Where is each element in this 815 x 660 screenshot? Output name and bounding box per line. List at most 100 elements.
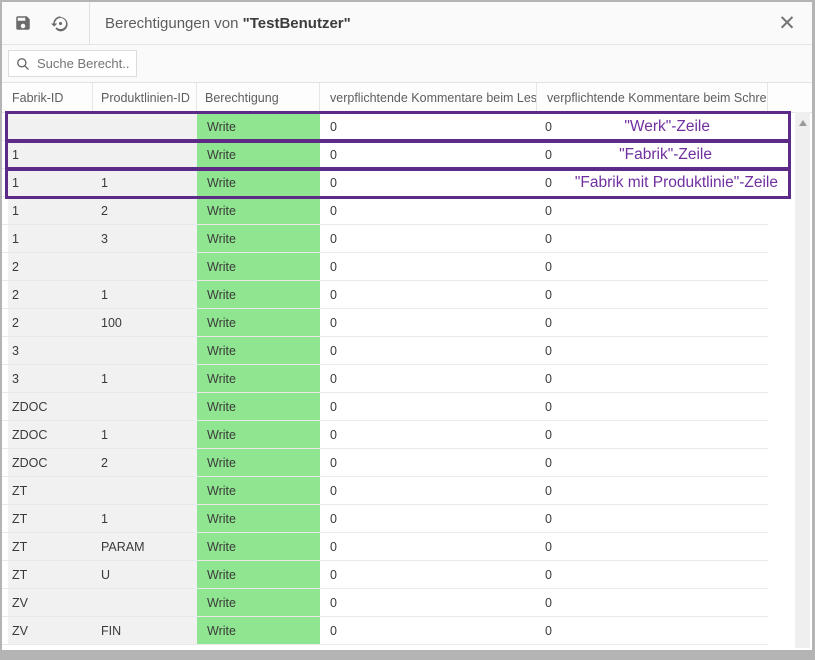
window-title: Berechtigungen von "TestBenutzer": [105, 15, 351, 32]
cell-produktlinien-id: 100: [93, 309, 197, 336]
cell-fabrik-id: 2: [8, 253, 93, 280]
permission-badge[interactable]: Write: [197, 281, 320, 308]
search-input[interactable]: [37, 56, 129, 71]
permission-badge[interactable]: Write: [197, 561, 320, 588]
cell-kommentare-schreiben: 0: [537, 393, 768, 420]
column-header-kommentare-schreiben[interactable]: verpflichtende Kommentare beim Schreiben: [537, 83, 768, 112]
cell-kommentare-schreiben: 0: [537, 589, 768, 616]
cell-kommentare-schreiben: 0: [537, 141, 768, 168]
permission-badge[interactable]: Write: [197, 253, 320, 280]
cell-produktlinien-id: U: [93, 561, 197, 588]
save-icon: [14, 14, 32, 32]
column-header-produktlinien-id[interactable]: Produktlinien-ID: [93, 83, 197, 112]
cell-kommentare-lesen: 0: [320, 589, 537, 616]
permission-badge[interactable]: Write: [197, 141, 320, 168]
column-header-berechtigung[interactable]: Berechtigung: [197, 83, 320, 112]
cell-fabrik-id: ZT: [8, 505, 93, 532]
table-row[interactable]: ZV Write 0 0: [2, 589, 768, 617]
table-row[interactable]: 1 1 Write 0 0: [2, 169, 768, 197]
cell-kommentare-lesen: 0: [320, 393, 537, 420]
table-row[interactable]: ZT Write 0 0: [2, 477, 768, 505]
cell-produktlinien-id: 1: [93, 281, 197, 308]
cell-kommentare-schreiben: 0: [537, 533, 768, 560]
cell-kommentare-lesen: 0: [320, 197, 537, 224]
close-button[interactable]: ✕: [770, 6, 804, 40]
search-bar: [2, 45, 812, 82]
permission-badge[interactable]: Write: [197, 421, 320, 448]
permission-badge[interactable]: Write: [197, 113, 320, 140]
table-row[interactable]: ZT PARAM Write 0 0: [2, 533, 768, 561]
cell-produktlinien-id: 3: [93, 225, 197, 252]
cell-produktlinien-id: 2: [93, 449, 197, 476]
cell-kommentare-schreiben: 0: [537, 113, 768, 140]
table-row[interactable]: 1 3 Write 0 0: [2, 225, 768, 253]
cell-kommentare-schreiben: 0: [537, 505, 768, 532]
cell-kommentare-lesen: 0: [320, 421, 537, 448]
table-row[interactable]: ZT 1 Write 0 0: [2, 505, 768, 533]
table-row[interactable]: 2 Write 0 0: [2, 253, 768, 281]
cell-kommentare-lesen: 0: [320, 533, 537, 560]
cell-kommentare-lesen: 0: [320, 169, 537, 196]
cell-fabrik-id: 2: [8, 281, 93, 308]
permission-badge[interactable]: Write: [197, 225, 320, 252]
search-box[interactable]: [8, 50, 137, 77]
table-row[interactable]: 3 Write 0 0: [2, 337, 768, 365]
cell-kommentare-schreiben: 0: [537, 337, 768, 364]
table-row[interactable]: ZT U Write 0 0: [2, 561, 768, 589]
save-button[interactable]: [2, 2, 44, 44]
permission-badge[interactable]: Write: [197, 393, 320, 420]
cell-kommentare-lesen: 0: [320, 477, 537, 504]
permission-badge[interactable]: Write: [197, 197, 320, 224]
permission-badge[interactable]: Write: [197, 365, 320, 392]
cell-kommentare-schreiben: 0: [537, 365, 768, 392]
table-row[interactable]: ZDOC 2 Write 0 0: [2, 449, 768, 477]
permission-badge[interactable]: Write: [197, 309, 320, 336]
table-row[interactable]: ZDOC Write 0 0: [2, 393, 768, 421]
cell-kommentare-schreiben: 0: [537, 309, 768, 336]
permission-badge[interactable]: Write: [197, 169, 320, 196]
table-row[interactable]: 1 2 Write 0 0: [2, 197, 768, 225]
cell-fabrik-id: 1: [8, 141, 93, 168]
column-header-kommentare-lesen[interactable]: verpflichtende Kommentare beim Lesen: [320, 83, 537, 112]
cell-fabrik-id: 3: [8, 365, 93, 392]
table-row[interactable]: ZV FIN Write 0 0: [2, 617, 768, 645]
permission-badge[interactable]: Write: [197, 449, 320, 476]
table-body: Write 0 0 1 Write 0 0 1 1 Write 0 0 1 2 …: [2, 113, 812, 645]
column-header-fabrik-id[interactable]: Fabrik-ID: [8, 83, 93, 112]
vertical-scrollbar[interactable]: [795, 112, 810, 648]
permission-badge[interactable]: Write: [197, 533, 320, 560]
cell-produktlinien-id: 1: [93, 421, 197, 448]
cell-produktlinien-id: [93, 337, 197, 364]
permission-badge[interactable]: Write: [197, 505, 320, 532]
cell-kommentare-lesen: 0: [320, 617, 537, 644]
table-row[interactable]: 3 1 Write 0 0: [2, 365, 768, 393]
table-row[interactable]: 2 1 Write 0 0: [2, 281, 768, 309]
table-row[interactable]: 2 100 Write 0 0: [2, 309, 768, 337]
cell-fabrik-id: 3: [8, 337, 93, 364]
cell-produktlinien-id: 1: [93, 505, 197, 532]
cell-produktlinien-id: [93, 393, 197, 420]
cell-fabrik-id: 1: [8, 197, 93, 224]
table-row[interactable]: 1 Write 0 0: [2, 141, 768, 169]
scroll-up-icon[interactable]: [799, 120, 807, 126]
window-title-user: "TestBenutzer": [243, 15, 351, 32]
permission-badge[interactable]: Write: [197, 589, 320, 616]
cell-produktlinien-id: 1: [93, 365, 197, 392]
cell-kommentare-schreiben: 0: [537, 449, 768, 476]
permission-badge[interactable]: Write: [197, 617, 320, 644]
permissions-window: Berechtigungen von "TestBenutzer" ✕ Fabr…: [2, 2, 812, 650]
table-row[interactable]: ZDOC 1 Write 0 0: [2, 421, 768, 449]
window-title-prefix: Berechtigungen von: [105, 15, 243, 32]
permission-badge[interactable]: Write: [197, 337, 320, 364]
cell-kommentare-lesen: 0: [320, 113, 537, 140]
cell-produktlinien-id: 1: [93, 169, 197, 196]
restore-icon: [51, 14, 70, 33]
table-row[interactable]: Write 0 0: [2, 113, 768, 141]
cell-fabrik-id: 1: [8, 225, 93, 252]
cell-kommentare-lesen: 0: [320, 253, 537, 280]
table-header: Fabrik-ID Produktlinien-ID Berechtigung …: [2, 82, 812, 113]
permissions-table: Fabrik-ID Produktlinien-ID Berechtigung …: [2, 82, 812, 645]
cell-kommentare-lesen: 0: [320, 365, 537, 392]
restore-button[interactable]: [44, 2, 76, 44]
permission-badge[interactable]: Write: [197, 477, 320, 504]
